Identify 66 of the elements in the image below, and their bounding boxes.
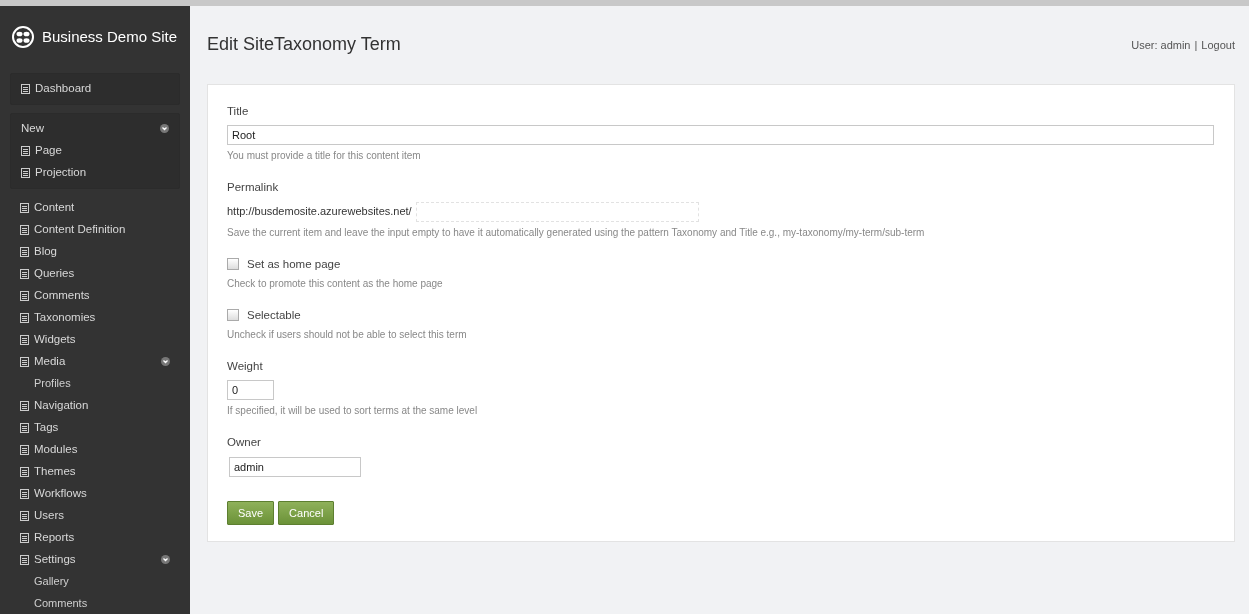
document-icon [20, 488, 29, 499]
checkbox[interactable] [227, 258, 239, 271]
menu-item[interactable]: Media [20, 350, 170, 373]
document-icon [20, 312, 29, 323]
menu-item[interactable]: Workflows [20, 482, 170, 505]
menu-item[interactable]: Queries [20, 262, 170, 285]
input-field[interactable]: Root [227, 125, 1214, 146]
field-label: Permalink [227, 180, 280, 196]
document-icon [20, 356, 29, 367]
document-icon [20, 334, 29, 345]
menu-item[interactable]: Comments [20, 284, 170, 307]
page-title: Edit SiteTaxonomy Term [207, 34, 401, 56]
menu-item[interactable]: Content [20, 196, 170, 219]
document-icon [20, 510, 29, 521]
menu-group-header[interactable]: New [21, 117, 169, 140]
menu-item[interactable]: Modules [20, 438, 170, 461]
menu-item[interactable]: Settings [20, 548, 170, 571]
help-text: Uncheck if users should not be able to select this term [227, 328, 468, 342]
document-icon [20, 554, 29, 565]
menu-item[interactable]: Taxonomies [20, 306, 170, 329]
field-label: Title [227, 104, 250, 119]
document-icon [20, 444, 29, 455]
input-field[interactable]: 0 [227, 380, 274, 401]
help-text: You must provide a title for this content item [227, 149, 422, 164]
help-text: Save the current item and leave the input empty to have it automatically generated using the pattern Taxonomy and Title e.g., my-taxonomy/my-term/sub-term [227, 225, 926, 240]
document-icon [21, 145, 30, 156]
submenu-item[interactable]: Gallery [20, 570, 170, 593]
document-icon [21, 167, 30, 178]
menu-item[interactable]: Themes [20, 460, 170, 483]
document-icon [20, 422, 29, 433]
menu-item[interactable]: Dashboard [21, 77, 169, 100]
site-name: Business Demo Site [42, 27, 178, 47]
submenu-item[interactable]: Comments [20, 592, 170, 614]
menu-item[interactable]: Widgets [20, 328, 170, 351]
submenu-item[interactable]: Profiles [20, 372, 170, 395]
document-icon [20, 246, 29, 257]
input-field[interactable]: admin [229, 456, 361, 477]
checkbox-label: Set as home page [247, 256, 341, 272]
help-text: Check to promote this content as the home page [227, 276, 444, 291]
menu-item[interactable]: Page [21, 139, 169, 162]
field-label: Weight [227, 359, 264, 374]
menu-item[interactable]: Reports [20, 526, 170, 549]
user-label: User: admin [1131, 37, 1191, 53]
logo-icon [12, 26, 34, 49]
document-icon [20, 532, 29, 543]
logout-link[interactable]: Logout [1201, 36, 1235, 54]
menu-item[interactable]: Blog [20, 240, 170, 263]
menu-item[interactable]: Content Definition [20, 218, 170, 241]
field-label: Owner [227, 435, 262, 451]
document-icon [21, 83, 30, 94]
checkbox[interactable] [227, 309, 239, 322]
url-prefix: http://busdemosite.azurewebsites.net/ [227, 204, 412, 220]
slug-input-field[interactable] [415, 201, 699, 222]
menu-item[interactable]: Tags [20, 416, 170, 439]
document-icon [20, 466, 29, 477]
separator-text: | [1194, 37, 1198, 53]
menu-item[interactable]: Projection [21, 161, 169, 184]
document-icon [20, 268, 29, 279]
document-icon [20, 400, 29, 411]
menu-item[interactable]: Navigation [20, 394, 170, 417]
document-icon [20, 290, 29, 301]
help-text: If specified, it will be used to sort terms at the same level [227, 404, 479, 419]
document-icon [20, 224, 29, 235]
menu-item[interactable]: Users [20, 504, 170, 527]
document-icon [20, 202, 29, 213]
checkbox-label: Selectable [247, 307, 301, 323]
